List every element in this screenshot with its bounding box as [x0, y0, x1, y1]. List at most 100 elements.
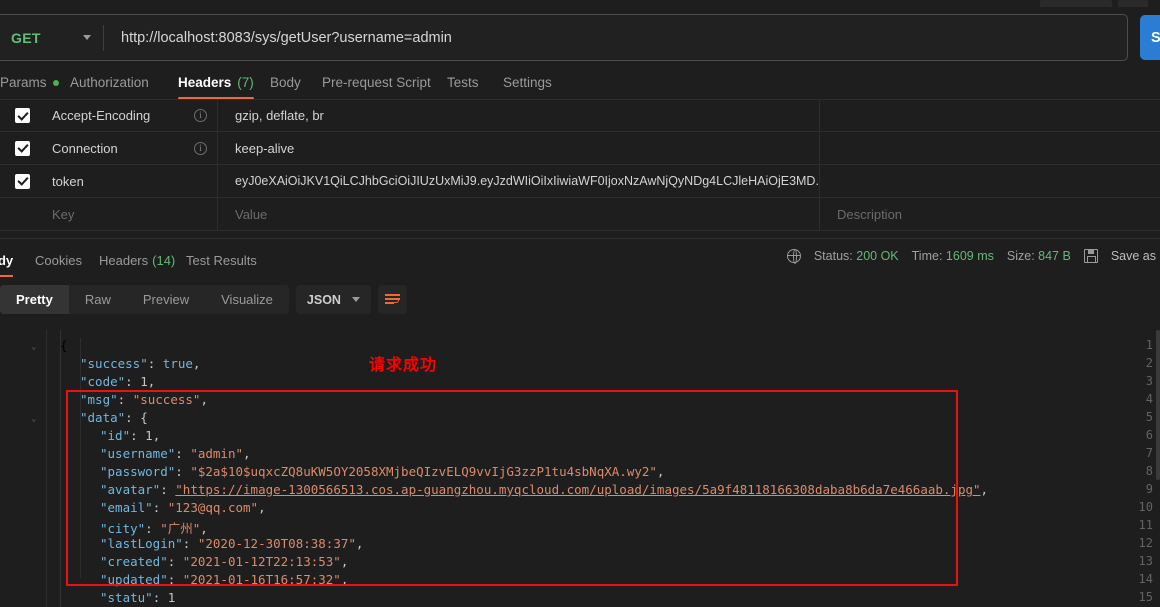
format-tab-raw[interactable]: Raw: [69, 285, 127, 314]
response-tab-label: Headers: [99, 252, 149, 268]
header-key-cell[interactable]: token: [45, 165, 218, 197]
request-tab-bar: Params Authorization Headers (7) Body Pre-req…: [0, 68, 1160, 100]
response-tab-cookies[interactable]: Cookies: [35, 246, 82, 274]
tab-ghost-2[interactable]: [1118, 0, 1148, 7]
response-tab-headers[interactable]: Headers (14): [99, 246, 175, 274]
line-number-gutter: [0, 330, 47, 607]
table-row[interactable]: Connection i keep-alive: [0, 132, 1160, 165]
request-tab-settings[interactable]: Settings: [503, 68, 552, 97]
content-type-label: JSON: [306, 292, 341, 307]
indent-guide-1: [60, 330, 61, 607]
response-body-viewer[interactable]: 1 ⌄ {2 "success": true, 3 "code": 1, 4 "msg": "…: [0, 330, 1160, 607]
code-line: "avatar": "https://image-1300566513.cos.…: [100, 482, 989, 497]
format-tab-visualize[interactable]: Visualize: [205, 285, 289, 314]
header-description-cell[interactable]: [820, 100, 1160, 131]
status-badge: Status: 200 OK: [814, 249, 899, 263]
time-value: 1609 ms: [945, 249, 994, 263]
line-number: 3: [1145, 374, 1153, 388]
content-type-dropdown[interactable]: JSON: [295, 285, 371, 314]
save-as-button[interactable]: Save as: [1111, 249, 1156, 263]
code-line: "data": {: [80, 410, 148, 425]
response-tab-ody[interactable]: ody: [0, 246, 14, 277]
url-text: http://localhost:8083/sys/getUser?userna…: [121, 29, 452, 46]
request-tab-label: Settings: [503, 75, 552, 90]
header-value-cell[interactable]: eyJ0eXAiOiJKV1QiLCJhbGciOiJIUzUxMiJ9.eyJ…: [218, 165, 820, 197]
code-line: "statu": 1: [100, 590, 176, 605]
fold-toggle-icon[interactable]: ⌄: [31, 414, 36, 424]
request-tab-label: Pre-request Script: [322, 75, 431, 90]
header-key-placeholder: Key: [52, 206, 75, 222]
format-tab-preview[interactable]: Preview: [127, 285, 205, 314]
tab-ghost-1[interactable]: [1040, 0, 1112, 7]
header-checkbox[interactable]: [15, 173, 30, 189]
request-tab-pre-request-script[interactable]: Pre-request Script: [322, 68, 431, 97]
save-icon[interactable]: [1083, 249, 1098, 263]
chevron-down-icon: [351, 297, 360, 302]
header-description-cell[interactable]: [820, 165, 1160, 197]
header-description-cell[interactable]: [820, 132, 1160, 164]
format-segmented-control: Pretty Raw Preview Visualize: [0, 285, 289, 314]
response-tab-count: (14): [152, 252, 176, 268]
line-number: 6: [1145, 428, 1153, 442]
info-icon[interactable]: i: [194, 109, 207, 122]
header-key-text: token: [52, 173, 84, 189]
code-line: "code": 1,: [80, 374, 156, 389]
line-number: 13: [1138, 554, 1153, 568]
line-number: 15: [1138, 590, 1153, 604]
header-key-cell[interactable]: Connection i: [45, 132, 218, 164]
http-method-selector[interactable]: GET: [0, 15, 103, 60]
time-badge: Time: 1609 ms: [912, 249, 994, 263]
chevron-down-icon: [83, 35, 91, 40]
request-tab-count: (7): [237, 75, 254, 90]
request-tab-headers[interactable]: Headers (7): [178, 68, 254, 100]
header-value-cell[interactable]: gzip, deflate, br: [218, 100, 820, 131]
size-label: Size:: [1006, 249, 1035, 263]
url-input[interactable]: http://localhost:8083/sys/getUser?userna…: [104, 15, 1127, 60]
response-tab-label: Cookies: [35, 252, 82, 268]
header-value-cell[interactable]: Value: [218, 198, 820, 230]
wrap-arrow-icon: [393, 298, 399, 303]
request-tab-label: Params: [0, 75, 47, 90]
size-value: 847 B: [1038, 249, 1071, 263]
response-tab-test-results[interactable]: Test Results: [186, 246, 257, 274]
time-label: Time:: [911, 249, 943, 263]
request-tab-label: Tests: [447, 75, 479, 90]
request-tab-body[interactable]: Body: [270, 68, 301, 97]
header-enabled-cell: [0, 198, 45, 230]
table-row[interactable]: Key Value Description: [0, 198, 1160, 231]
vertical-scrollbar[interactable]: [1156, 330, 1160, 480]
code-line: "id": 1,: [100, 428, 161, 443]
header-checkbox[interactable]: [15, 140, 30, 156]
wrap-text-button[interactable]: [377, 285, 407, 314]
line-number: 5: [1145, 410, 1153, 424]
request-tab-label: Body: [270, 75, 301, 90]
request-tab-tests[interactable]: Tests: [447, 68, 479, 97]
response-meta: Status: 200 OK Time: 1609 ms Size: 847 B…: [786, 248, 1156, 265]
header-enabled-cell: [0, 100, 45, 131]
status-value: 200 OK: [856, 249, 899, 263]
header-value-placeholder: Value: [235, 206, 268, 222]
code-line: "msg": "success",: [80, 392, 208, 407]
table-row[interactable]: Accept-Encoding i gzip, deflate, br: [0, 99, 1160, 132]
header-key-cell[interactable]: Accept-Encoding i: [45, 100, 218, 131]
send-button[interactable]: S: [1140, 15, 1160, 60]
format-tab-pretty[interactable]: Pretty: [0, 285, 69, 314]
code-line: "lastLogin": "2020-12-30T08:38:37",: [100, 536, 364, 551]
request-tab-authorization[interactable]: Authorization: [70, 68, 149, 97]
globe-icon: [786, 248, 801, 265]
table-row[interactable]: token eyJ0eXAiOiJKV1QiLCJhbGciOiJIUzUxMiJ…: [0, 165, 1160, 198]
line-number: 12: [1138, 536, 1153, 550]
info-icon[interactable]: i: [194, 141, 207, 155]
header-description-cell[interactable]: Description: [820, 198, 1160, 230]
header-value-cell[interactable]: keep-alive: [218, 132, 820, 164]
wrap-line-1: [384, 294, 400, 296]
header-checkbox[interactable]: [15, 108, 30, 123]
response-format-bar: Pretty Raw Preview Visualize JSON: [0, 285, 407, 314]
fold-toggle-icon[interactable]: ⌄: [31, 342, 36, 352]
header-key-cell[interactable]: Key: [45, 198, 218, 230]
line-number: 7: [1145, 446, 1153, 460]
request-tab-label: Headers: [178, 75, 232, 90]
postman-window: GET http://localhost:8083/sys/getUser?us…: [0, 0, 1160, 607]
request-tab-params[interactable]: Params: [0, 68, 59, 97]
code-line: "created": "2021-01-12T22:13:53",: [100, 554, 349, 569]
